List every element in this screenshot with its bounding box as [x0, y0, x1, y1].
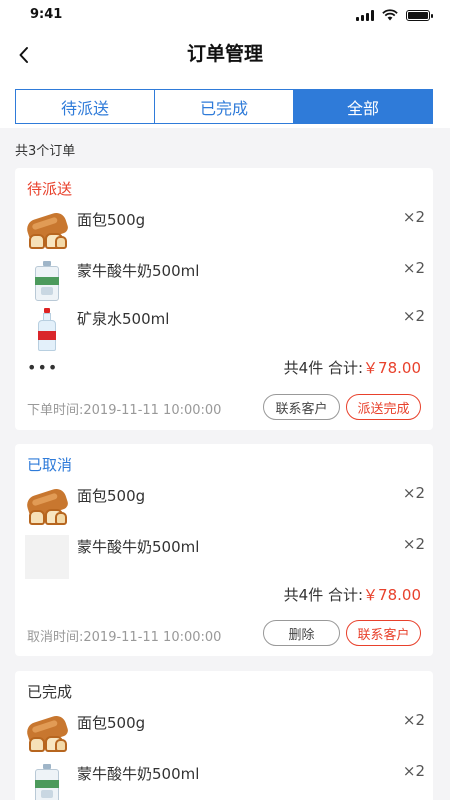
order-item: 矿泉水500ml ×2: [25, 307, 425, 355]
status-bar: 9:41: [0, 0, 450, 32]
item-quantity: ×2: [402, 259, 425, 277]
item-quantity: ×2: [402, 535, 425, 553]
order-item: 蒙牛酸牛奶500ml ×2: [25, 762, 425, 800]
product-image: [24, 484, 70, 528]
cellular-signal-icon: [356, 9, 374, 21]
milk-bottle-image: [25, 762, 69, 800]
order-total: ￥78.00: [363, 359, 421, 377]
navigation-bar: 订单管理: [0, 32, 450, 78]
order-item: 面包500g ×2: [24, 208, 425, 256]
bread-image: [24, 711, 70, 755]
contact-customer-button[interactable]: 联系客户: [263, 394, 340, 420]
order-item: 面包500g ×2: [24, 711, 425, 759]
water-bottle-image: [25, 307, 69, 351]
order-total: ￥78.00: [363, 586, 421, 604]
item-name: 面包500g: [77, 714, 146, 732]
tab-all[interactable]: 全部: [293, 90, 432, 123]
summary-label: 共4件 合计:: [283, 586, 364, 604]
item-name: 蒙牛酸牛奶500ml: [77, 262, 200, 280]
order-status: 已完成: [27, 683, 73, 701]
item-quantity: ×2: [402, 307, 425, 325]
order-status: 已取消: [27, 456, 73, 474]
order-summary: 共4件 合计:￥78.00: [284, 357, 421, 378]
order-count: 共3个订单: [15, 144, 76, 159]
tab-bar: 待派送 已完成 全部: [15, 89, 433, 124]
order-item: 蒙牛酸牛奶500ml ×2: [25, 535, 425, 583]
order-time: 下单时间:2019-11-11 10:00:00: [27, 403, 222, 418]
product-image: [25, 535, 69, 579]
item-name: 面包500g: [77, 487, 146, 505]
order-status: 待派送: [27, 180, 73, 198]
contact-customer-button[interactable]: 联系客户: [346, 620, 421, 646]
status-icons: [356, 9, 433, 21]
battery-icon: [406, 9, 433, 21]
product-image: [24, 208, 70, 252]
item-name: 蒙牛酸牛奶500ml: [77, 538, 200, 556]
product-image: [25, 259, 69, 303]
status-time: 9:41: [30, 7, 63, 22]
tab-bar-container: 待派送 已完成 全部: [0, 78, 450, 128]
delete-button[interactable]: 删除: [263, 620, 340, 646]
milk-bottle-image: [25, 259, 69, 303]
page-title: 订单管理: [186, 43, 263, 65]
cancel-time: 取消时间:2019-11-11 10:00:00: [27, 630, 222, 645]
summary-label: 共4件 合计:: [283, 359, 364, 377]
delivery-complete-button[interactable]: 派送完成: [346, 394, 421, 420]
item-quantity: ×2: [402, 711, 425, 729]
product-image: [25, 307, 69, 351]
order-item: 面包500g ×2: [24, 484, 425, 532]
bread-image: [24, 208, 70, 252]
wifi-icon: [382, 9, 398, 21]
bread-image: [24, 484, 70, 528]
product-image: [25, 762, 69, 800]
order-card[interactable]: 已取消 面包500g ×2 蒙牛酸牛奶500ml ×2 共4件 合计:￥78.0…: [15, 444, 433, 656]
image-placeholder: [25, 535, 69, 579]
item-name: 矿泉水500ml: [77, 310, 170, 328]
order-summary: 共4件 合计:￥78.00: [284, 584, 421, 605]
tab-completed[interactable]: 已完成: [154, 90, 293, 123]
item-name: 蒙牛酸牛奶500ml: [77, 765, 200, 783]
order-card[interactable]: 待派送 面包500g ×2 蒙牛酸牛奶500ml ×2 矿泉水500ml ×2 …: [15, 168, 433, 430]
order-card[interactable]: 已完成 面包500g ×2 蒙牛酸牛奶500ml ×2: [15, 671, 433, 800]
item-quantity: ×2: [402, 762, 425, 780]
item-quantity: ×2: [402, 484, 425, 502]
item-quantity: ×2: [402, 208, 425, 226]
tab-pending-delivery[interactable]: 待派送: [16, 90, 154, 123]
more-items-icon[interactable]: •••: [27, 360, 58, 376]
product-image: [24, 711, 70, 755]
order-item: 蒙牛酸牛奶500ml ×2: [25, 259, 425, 307]
item-name: 面包500g: [77, 211, 146, 229]
